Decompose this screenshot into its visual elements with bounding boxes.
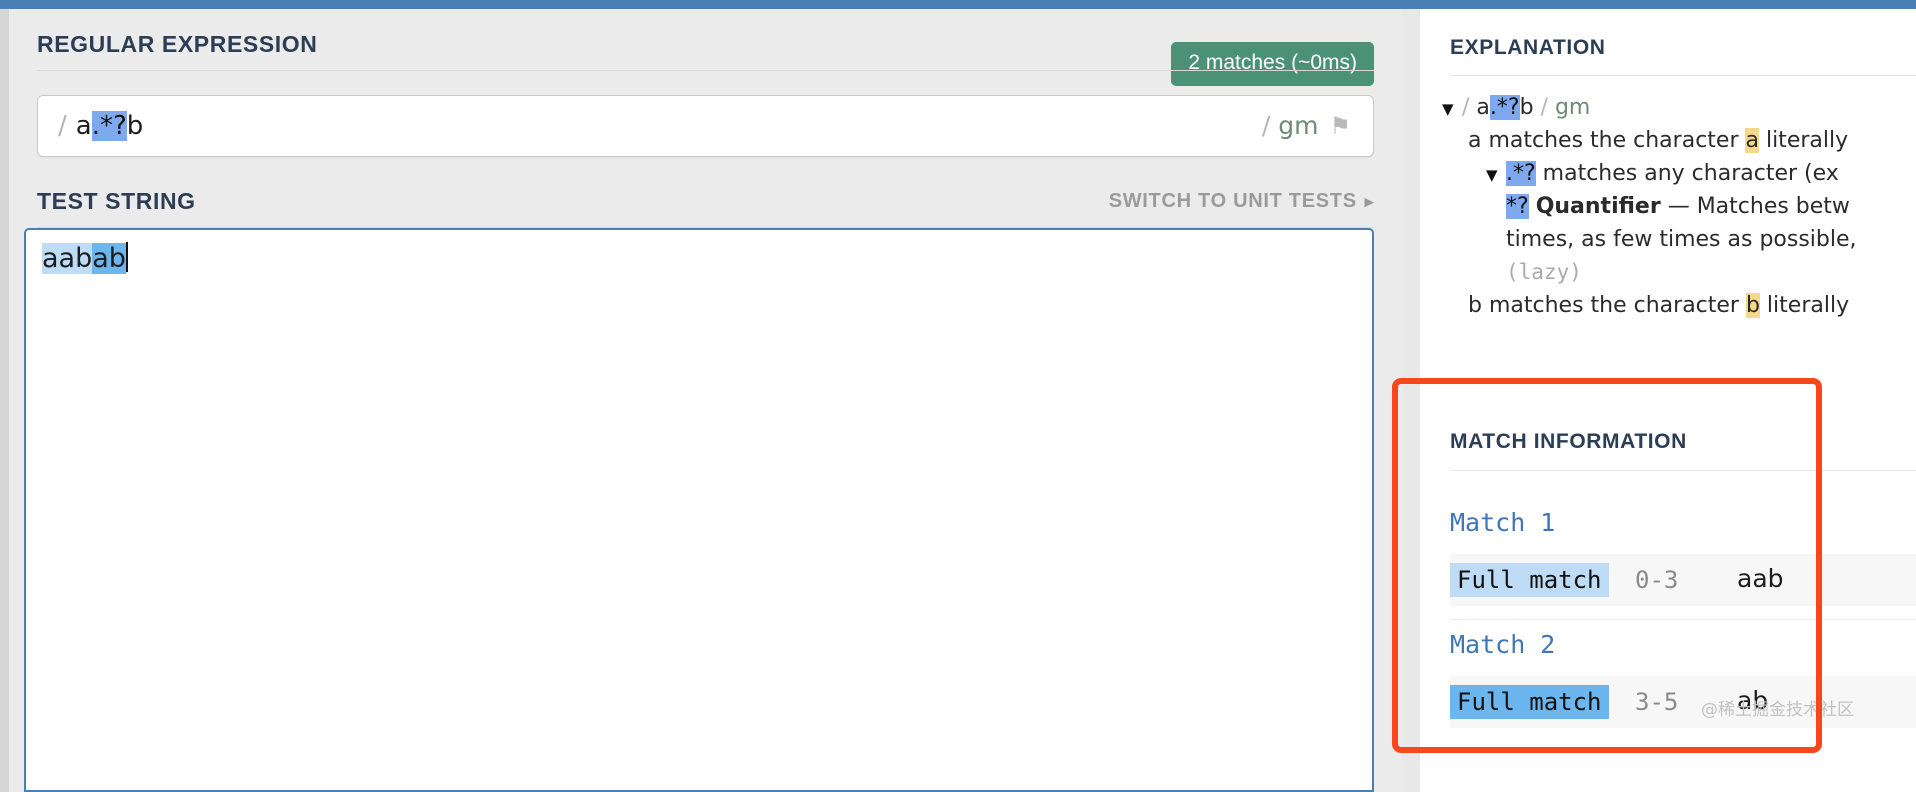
switch-to-unit-tests-label: SWITCH TO UNIT TESTS	[1108, 190, 1357, 212]
match-2-label: Match 2	[1450, 630, 1556, 659]
regex-open-slash: /	[58, 111, 67, 141]
match-1-label: Match 1	[1450, 508, 1556, 537]
left-gutter	[0, 9, 9, 792]
test-string-match-2: ab	[92, 243, 126, 274]
watermark: @稀土掘金技术社区	[1701, 700, 1854, 720]
match-1-divider	[1450, 619, 1916, 620]
expl-dotstar-token: .*?	[1506, 161, 1536, 186]
explanation-title: EXPLANATION	[1450, 36, 1606, 59]
test-string-editor[interactable]: aabab	[24, 228, 1374, 792]
test-string-section-header: TEST STRING SWITCH TO UNIT TESTS ▸	[9, 174, 1402, 228]
expl-a-text-after: literally	[1758, 128, 1849, 153]
regex-flags-value[interactable]: gm	[1278, 111, 1318, 140]
expl-b-token: b	[1745, 293, 1760, 318]
test-string-content[interactable]: aabab	[42, 240, 128, 278]
match-information-title: MATCH INFORMATION	[1450, 430, 1687, 453]
expl-b-text-after: literally	[1759, 293, 1850, 318]
test-string-match-1: aab	[42, 243, 93, 274]
expl-close-slash: /	[1540, 95, 1548, 120]
text-cursor	[125, 242, 128, 272]
expl-a-text-before: matches the character	[1481, 128, 1746, 153]
explanation-row-quantifier: *? Quantifier — Matches betw	[1420, 190, 1916, 223]
panel-gutter	[1402, 9, 1420, 792]
expl-pattern-prefix: a	[1476, 95, 1490, 120]
sidebar: EXPLANATION ▼ / a.*?b / gm a matches the …	[1420, 9, 1916, 792]
expl-quantifier-text: — Matches betw	[1660, 194, 1850, 219]
explanation-row-a: a matches the character a literally	[1420, 124, 1916, 157]
match-1-range: 0-3	[1635, 566, 1679, 594]
regex-section-header: REGULAR EXPRESSION 2 matches (~0ms)	[9, 9, 1402, 86]
regex101-page: REGULAR EXPRESSION 2 matches (~0ms) / a.*…	[0, 0, 1916, 792]
expl-times-text: times, as few times as possible,	[1506, 227, 1857, 252]
explanation-row-b: b matches the character b literally	[1420, 289, 1916, 322]
regex-pattern-selected: .*?	[91, 111, 127, 141]
regex-pattern-prefix: a	[75, 111, 92, 141]
regex-pattern-suffix: b	[126, 111, 144, 141]
main-panel: REGULAR EXPRESSION 2 matches (~0ms) / a.*…	[9, 9, 1402, 792]
expl-dotstar-text: matches any character (ex	[1535, 161, 1839, 186]
match-2-range: 3-5	[1635, 688, 1679, 716]
chevron-right-icon: ▸	[1364, 192, 1374, 211]
expl-quantifier-token: *?	[1506, 194, 1529, 219]
expl-pattern-selected: .*?	[1489, 95, 1520, 120]
explanation-divider	[1450, 75, 1916, 76]
match-information-card: MATCH INFORMATION Match 1 Full match 0-3…	[1420, 404, 1916, 734]
regex-input[interactable]: / a.*?b / gm ⚑	[37, 95, 1374, 157]
expl-a-token: a	[1745, 128, 1759, 153]
explanation-body: ▼ / a.*?b / gm a matches the character a …	[1420, 91, 1916, 322]
regex-section-title: REGULAR EXPRESSION	[37, 31, 318, 57]
expl-b-code: b	[1468, 293, 1482, 318]
triangle-down-icon-2[interactable]: ▼	[1486, 159, 1506, 192]
flag-icon[interactable]: ⚑	[1318, 112, 1351, 140]
explanation-row-lazy: (lazy)	[1420, 256, 1916, 289]
match-information-divider	[1450, 470, 1916, 471]
match-1-value: aab	[1737, 564, 1784, 593]
match-1-kind: Full match	[1450, 563, 1609, 597]
test-string-section-title: TEST STRING	[37, 188, 196, 214]
expl-flags: gm	[1554, 95, 1591, 120]
match-1-row[interactable]: Full match 0-3 aab	[1450, 554, 1916, 606]
regex-section-divider	[37, 70, 1374, 71]
expl-b-text-before: matches the character	[1481, 293, 1746, 318]
regex-flags-area[interactable]: / gm ⚑	[1262, 96, 1351, 156]
match-count-badge: 2 matches (~0ms)	[1171, 42, 1374, 86]
expl-pattern-suffix: b	[1519, 95, 1534, 120]
explanation-row-pattern[interactable]: ▼ / a.*?b / gm	[1420, 91, 1916, 124]
expl-open-slash: /	[1462, 95, 1470, 120]
top-accent-bar	[0, 0, 1916, 9]
expl-lazy-text: (lazy)	[1506, 260, 1582, 284]
triangle-down-icon[interactable]: ▼	[1442, 93, 1462, 126]
explanation-row-dotstar[interactable]: ▼ .*? matches any character (ex	[1420, 157, 1916, 190]
expl-a-code: a	[1468, 128, 1482, 153]
expl-quantifier-label: Quantifier	[1535, 194, 1661, 219]
match-2-kind: Full match	[1450, 685, 1609, 719]
regex-pattern-text[interactable]: / a.*?b	[58, 96, 143, 156]
regex-close-slash: /	[1261, 111, 1271, 140]
switch-to-unit-tests-button[interactable]: SWITCH TO UNIT TESTS ▸	[1109, 190, 1374, 213]
explanation-row-times: times, as few times as possible,	[1420, 223, 1916, 256]
